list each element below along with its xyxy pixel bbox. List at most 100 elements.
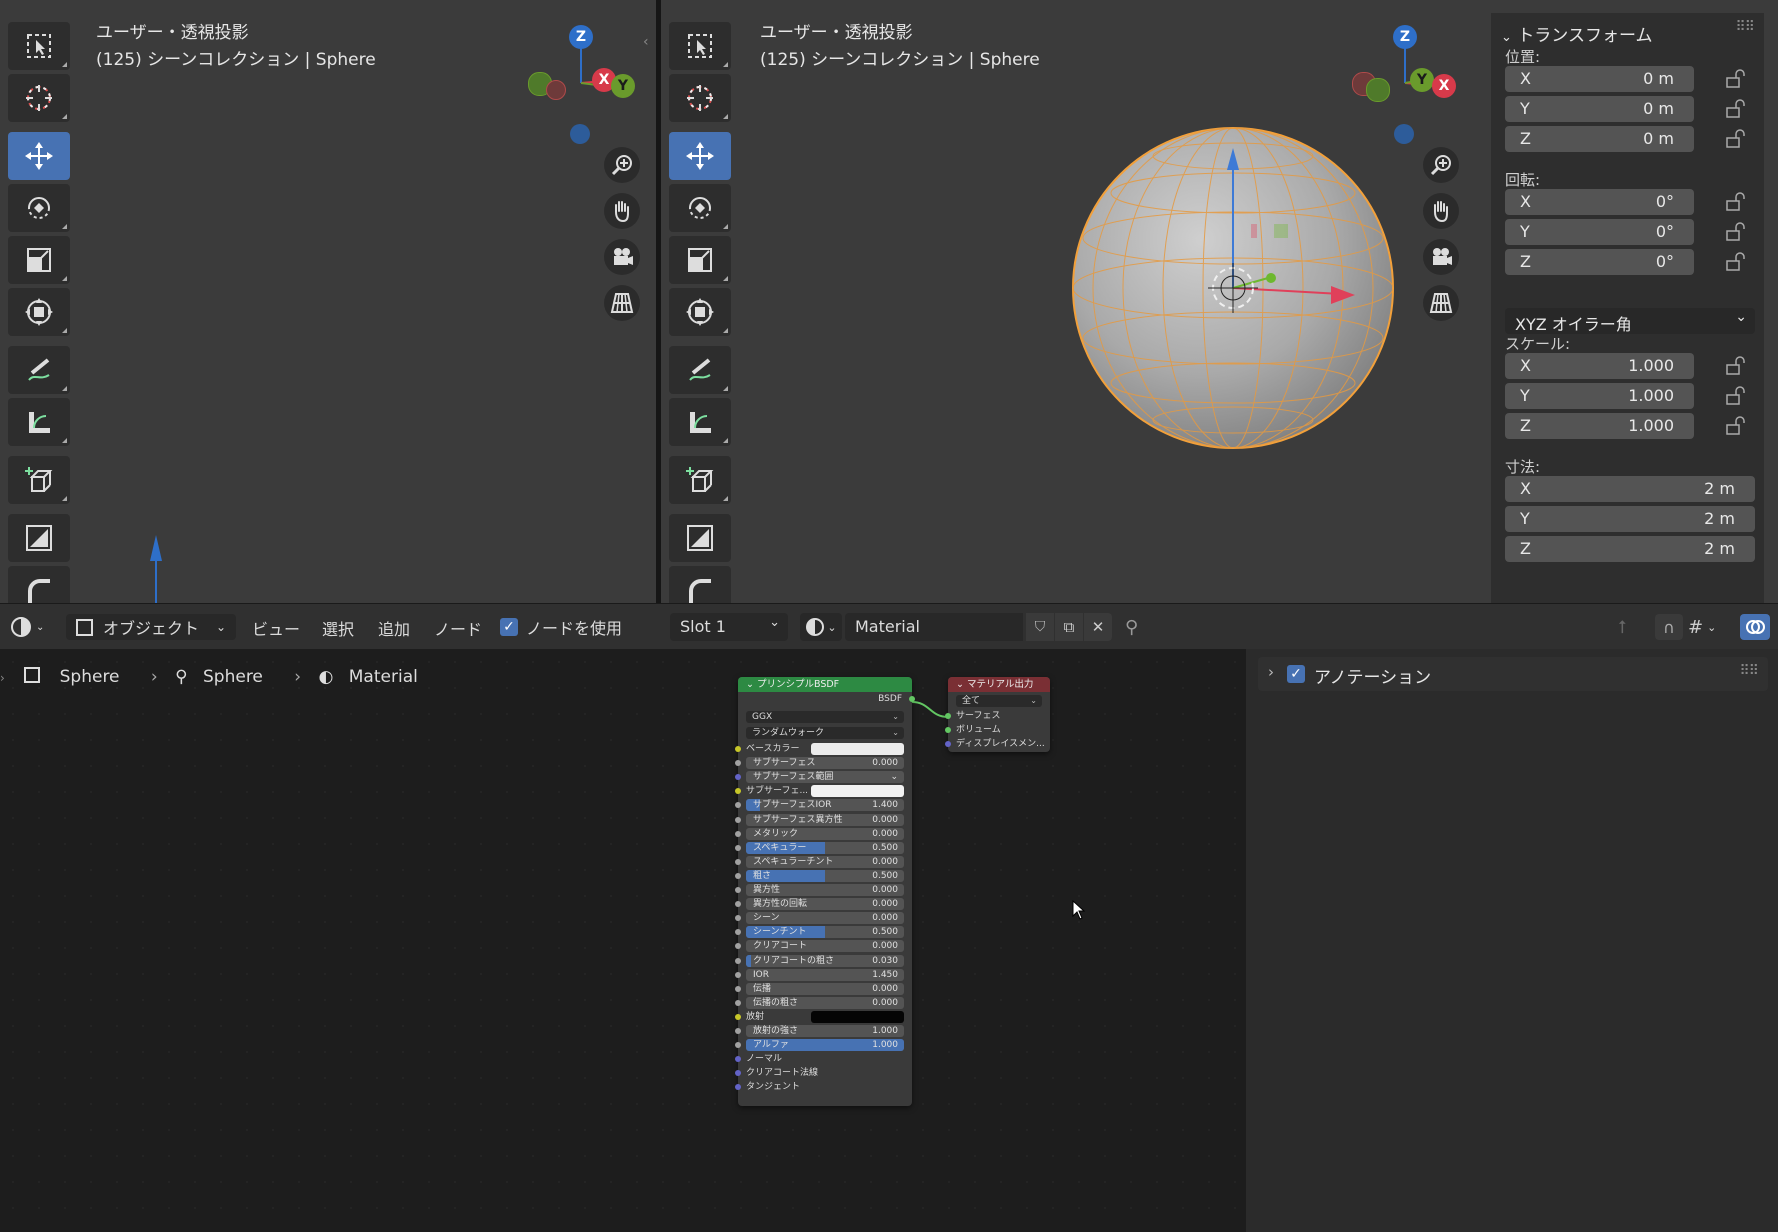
bsdf-input-field[interactable]: シーンチント 0.500 (746, 926, 904, 939)
tool-cursor-button[interactable] (8, 74, 70, 122)
input-socket[interactable] (735, 1028, 741, 1034)
lock-icon[interactable] (1725, 69, 1745, 89)
snap-mode-dropdown[interactable]: # ⌄ (1688, 614, 1716, 640)
tool-annotate-button[interactable] (669, 346, 731, 394)
bsdf-input-field[interactable]: メタリック 0.000 (746, 827, 904, 840)
input-socket[interactable] (735, 816, 741, 823)
scale-x-field[interactable]: X 1.000 (1505, 353, 1694, 379)
bsdf-input-dropdown[interactable]: サブサーフェス範囲 ⌄ (746, 771, 904, 784)
rotation-x-field[interactable]: X 0° (1505, 189, 1694, 215)
bsdf-input-field[interactable]: 粗さ 0.500 (746, 869, 904, 882)
volume-socket[interactable] (945, 727, 951, 733)
bsdf-input-field[interactable]: 異方性の回転 0.000 (746, 898, 904, 911)
tool-transform-button[interactable] (8, 288, 70, 336)
target-dropdown[interactable]: 全て ⌄ (956, 695, 1042, 707)
input-socket[interactable] (735, 971, 741, 978)
viewport-left[interactable]: ユーザー・透視投影 (125) シーンコレクション | Sphere Z X Y… (0, 0, 656, 603)
camera-button[interactable] (1423, 239, 1459, 275)
material-browse-button[interactable]: ⌄ (800, 613, 842, 641)
lock-icon[interactable] (1725, 386, 1745, 406)
menu-add[interactable]: 追加 (378, 616, 410, 640)
input-socket[interactable] (735, 1084, 741, 1091)
lock-icon[interactable] (1725, 222, 1745, 242)
editor-type-button[interactable]: ⌄ (10, 614, 44, 640)
fake-user-button[interactable]: ⛉ (1026, 613, 1054, 641)
tool-measure-button[interactable] (669, 398, 731, 446)
tool-bevel-button[interactable] (669, 566, 731, 603)
tool-shrink-button[interactable] (669, 514, 731, 562)
menu-select[interactable]: 選択 (322, 616, 354, 640)
bsdf-input-field[interactable]: 異方性 0.000 (746, 884, 904, 896)
bsdf-input-field[interactable]: サブサーフェスIOR 1.400 (746, 799, 904, 812)
tool-rotate-button[interactable] (8, 184, 70, 232)
bsdf-input-field[interactable]: クリアコート 0.000 (746, 940, 904, 953)
bsdf-input-field[interactable]: クリアコートの粗さ 0.030 (746, 954, 904, 967)
surface-socket[interactable] (945, 713, 951, 719)
parent-node-tree-button[interactable]: ⭡ (1618, 614, 1626, 640)
sphere-object[interactable] (1063, 118, 1403, 458)
tool-annotate-button[interactable] (8, 346, 70, 394)
bsdf-input-field[interactable]: スペキュラー 0.500 (746, 841, 904, 854)
input-socket[interactable] (735, 985, 741, 992)
gizmo-neg-y[interactable] (1366, 78, 1390, 102)
color-swatch[interactable] (811, 785, 904, 798)
displacement-socket[interactable] (945, 741, 951, 747)
object-mode-dropdown[interactable]: オブジェクト ⌄ (66, 614, 236, 640)
input-socket[interactable] (735, 943, 741, 950)
input-socket[interactable] (735, 746, 741, 752)
camera-button[interactable] (604, 239, 640, 275)
input-socket[interactable] (735, 887, 741, 893)
rotation-mode-dropdown[interactable]: XYZ オイラー角 ⌄ (1505, 308, 1755, 334)
input-socket[interactable] (735, 858, 741, 865)
gizmo-x[interactable]: X (1432, 74, 1456, 98)
tool-cursor-button[interactable] (669, 74, 731, 122)
principled-bsdf-node[interactable]: ⌄ プリンシプルBSDF BSDF GGX ⌄ ランダムウォーク ⌄ ベースカラーサ… (735, 677, 915, 1106)
input-socket[interactable] (735, 901, 741, 908)
bsdf-input-field[interactable]: IOR 1.450 (746, 968, 904, 981)
input-socket[interactable] (735, 1056, 741, 1063)
bsdf-input-field[interactable]: サブサーフェス 0.000 (746, 757, 904, 770)
overlays-button[interactable] (1740, 614, 1770, 640)
color-swatch[interactable] (811, 743, 904, 755)
input-socket[interactable] (735, 774, 741, 781)
input-socket[interactable] (735, 844, 741, 851)
material-output-node[interactable]: ⌄ マテリアル出力 全て ⌄ サーフェス ボリューム ディスプレイスメン... (945, 677, 1050, 752)
gizmo-neg-x[interactable] (546, 80, 566, 100)
color-swatch[interactable] (811, 1010, 904, 1023)
tool-scale-button[interactable] (669, 236, 731, 284)
tool-add-cube-button[interactable] (8, 456, 70, 504)
scale-z-field[interactable]: Z 1.000 (1505, 413, 1694, 439)
tool-move-button[interactable] (669, 132, 731, 180)
menu-view[interactable]: ビュー (252, 616, 300, 640)
tool-bevel-button[interactable] (8, 566, 70, 603)
node-editor-canvas[interactable]: › Sphere › ⚲ Sphere › ◐ Material ⌄ プリンシプ… (0, 649, 1246, 1232)
navigation-gizmo[interactable]: Z X Y (520, 22, 640, 144)
input-socket[interactable] (735, 1070, 741, 1077)
gizmo-y[interactable]: Y (1410, 68, 1434, 92)
dimensions-z-field[interactable]: Z 2 m (1505, 536, 1755, 562)
collapse-arrow-icon[interactable]: ‹ (643, 34, 649, 50)
tool-shrink-button[interactable] (8, 514, 70, 562)
use-nodes-toggle[interactable]: ✓ ノードを使用 (500, 614, 622, 640)
bsdf-input-field[interactable]: サブサーフェス異方性 0.000 (746, 813, 904, 826)
lock-icon[interactable] (1725, 99, 1745, 119)
input-socket[interactable] (735, 760, 741, 767)
bsdf-input-field[interactable]: アルファ 1.000 (746, 1039, 904, 1052)
lock-icon[interactable] (1725, 129, 1745, 149)
perspective-grid-button[interactable] (1423, 285, 1459, 321)
tool-measure-button[interactable] (8, 398, 70, 446)
perspective-grid-button[interactable] (604, 285, 640, 321)
gizmo-z[interactable]: Z (569, 25, 593, 49)
duplicate-material-button[interactable]: ⧉ (1055, 613, 1083, 641)
bsdf-input-field[interactable]: シーン 0.000 (746, 912, 904, 925)
zoom-button[interactable] (604, 147, 640, 183)
distribution-dropdown[interactable]: GGX ⌄ (746, 711, 904, 723)
location-x-field[interactable]: X 0 m (1505, 66, 1694, 92)
pin-button[interactable]: ⚲ (1125, 614, 1138, 640)
scale-y-field[interactable]: Y 1.000 (1505, 383, 1694, 409)
drag-handle-icon[interactable]: ⠿⠿ (1739, 663, 1758, 679)
input-socket[interactable] (735, 999, 741, 1006)
tool-select-box-button[interactable] (669, 22, 731, 70)
node-header[interactable]: ⌄ マテリアル出力 (948, 677, 1050, 692)
drag-handle-icon[interactable]: ⠿⠿ (1735, 19, 1754, 35)
